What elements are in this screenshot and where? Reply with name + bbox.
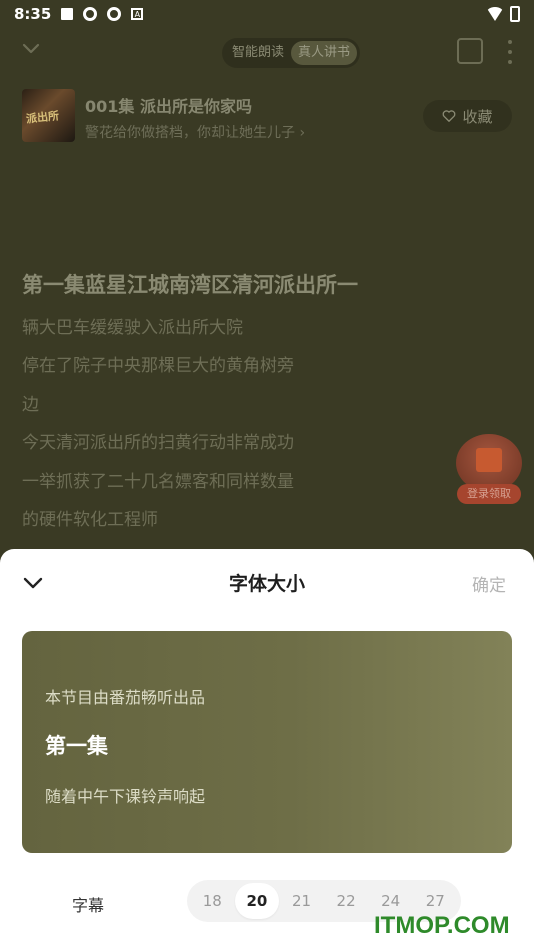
shopping-bag-icon[interactable] (457, 38, 483, 64)
notification-icon (61, 8, 74, 20)
chevron-right-icon: › (299, 125, 306, 141)
wifi-icon (486, 7, 504, 21)
status-bar: 8:35 A (0, 0, 534, 28)
lyric-line[interactable]: 辆大巴车缓缓驶入派出所大院 (22, 313, 243, 338)
subtitle-size-label: 字幕 (72, 896, 105, 915)
app-notification-icon-2 (107, 7, 122, 21)
reward-label: 登录领取 (457, 484, 521, 504)
font-size-sheet: 字体大小 确定 本节目由番茄畅听出品 第一集 随着中午下课铃声响起 字幕 18 … (0, 549, 534, 950)
preview-line-current: 第一集 (45, 734, 108, 758)
favorite-button[interactable]: 收藏 (423, 100, 512, 132)
preview-line: 本节目由番茄畅听出品 (45, 688, 206, 707)
episode-cover-image[interactable]: 派出所 (22, 89, 75, 142)
lyric-line[interactable]: 停在了院子中央那棵巨大的黄角树旁 (22, 351, 294, 376)
mode-option-smart-read[interactable]: 智能朗读 (225, 41, 291, 65)
status-time: 8:35 (14, 5, 52, 23)
episode-title[interactable]: 001集 派出所是你家吗 (85, 93, 252, 117)
lyric-current-line[interactable]: 第一集蓝星江城南湾区清河派出所一 (22, 269, 358, 299)
watermark: ITMOP.COM (374, 912, 510, 939)
episode-subtitle-text: 警花给你做搭档，你却让她生儿子 (85, 125, 295, 141)
confirm-button[interactable]: 确定 (472, 571, 506, 596)
mode-option-human-read[interactable]: 真人讲书 (291, 41, 358, 65)
lyric-line[interactable]: 一举抓获了二十几名嫖客和同样数量 (22, 467, 294, 492)
player-topbar: 智能朗读 真人讲书 (0, 34, 534, 70)
cover-text: 派出所 (25, 109, 60, 126)
size-option-21[interactable]: 21 (279, 883, 324, 919)
lyric-line[interactable]: 的硬件软化工程师 (22, 505, 158, 530)
preview-line: 随着中午下课铃声响起 (45, 787, 206, 806)
chevron-down-icon[interactable] (22, 40, 40, 58)
episode-subtitle[interactable]: 警花给你做搭档，你却让她生儿子 › (85, 122, 305, 142)
size-option-18[interactable]: 18 (190, 883, 235, 919)
lyric-line[interactable]: 边 (22, 390, 39, 415)
heart-icon (443, 110, 456, 122)
a-notification-icon: A (131, 8, 144, 20)
gift-icon (476, 448, 502, 472)
size-option-22[interactable]: 22 (324, 883, 369, 919)
more-icon[interactable] (503, 40, 517, 64)
font-preview-card: 本节目由番茄畅听出品 第一集 随着中午下课铃声响起 (22, 631, 512, 853)
login-reward-widget[interactable]: 登录领取 (456, 434, 522, 504)
size-option-20[interactable]: 20 (234, 883, 280, 919)
lyric-line[interactable]: 今天清河派出所的扫黄行动非常成功 (22, 428, 294, 453)
favorite-label: 收藏 (462, 107, 493, 126)
sheet-title: 字体大小 (228, 573, 305, 595)
app-notification-icon (83, 7, 98, 21)
read-mode-toggle: 智能朗读 真人讲书 (222, 38, 361, 68)
battery-icon (510, 6, 520, 22)
